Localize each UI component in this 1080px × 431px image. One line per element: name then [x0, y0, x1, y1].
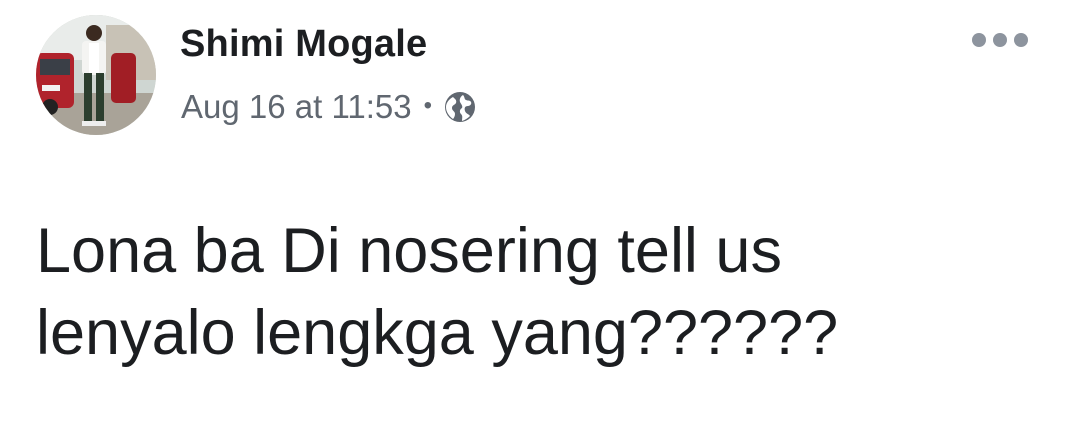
post-timestamp[interactable]: Aug 16 at 11:53	[181, 88, 412, 126]
message-line: lenyalo lengkga yang??????	[36, 298, 839, 368]
facebook-post: Shimi Mogale Aug 16 at 11:53 • Lona ba D…	[0, 0, 1080, 431]
more-options-button[interactable]	[972, 30, 1028, 50]
profile-avatar[interactable]	[36, 15, 156, 135]
avatar-photo	[36, 15, 156, 135]
more-dot	[972, 33, 986, 47]
post-message: Lona ba Di nosering tell us lenyalo leng…	[36, 210, 1056, 374]
post-meta: Aug 16 at 11:53 •	[181, 85, 477, 129]
meta-separator: •	[423, 92, 432, 119]
globe-icon[interactable]	[443, 90, 477, 124]
more-dot	[1014, 33, 1028, 47]
message-line: Lona ba Di nosering tell us	[36, 216, 782, 286]
author-name[interactable]: Shimi Mogale	[180, 22, 427, 66]
more-dot	[993, 33, 1007, 47]
